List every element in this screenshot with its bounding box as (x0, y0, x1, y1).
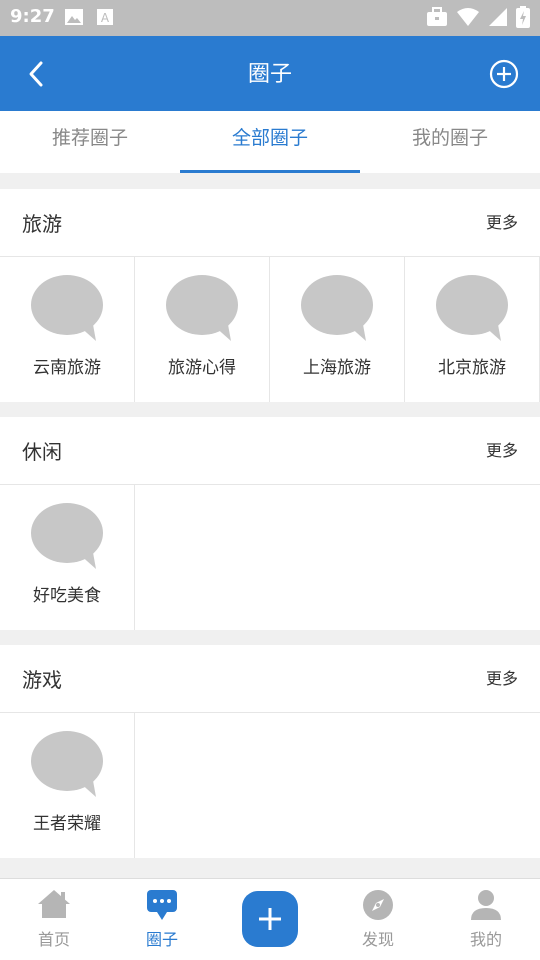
nav-label: 首页 (37, 930, 70, 949)
circle-grid: 王者荣耀 (0, 713, 540, 858)
section-header: 游戏 更多 (0, 645, 540, 713)
chat-bubble-icon (147, 890, 177, 920)
add-post-button[interactable] (242, 891, 298, 947)
section-title: 旅游 (22, 212, 62, 236)
page-title: 圈子 (247, 62, 292, 87)
section-games: 游戏 更多 王者荣耀 (0, 645, 540, 858)
circle-name: 好吃美食 (33, 586, 101, 606)
section-header: 休闲 更多 (0, 417, 540, 485)
circle-name: 上海旅游 (303, 358, 371, 378)
circle-name: 旅游心得 (168, 358, 236, 378)
status-time: 9:27 (10, 6, 55, 27)
font-notification-icon: A (97, 9, 113, 25)
more-link[interactable]: 更多 (486, 209, 518, 233)
person-icon (471, 890, 501, 920)
more-link[interactable]: 更多 (486, 665, 518, 689)
add-circle-button[interactable] (484, 54, 524, 94)
bottom-nav: 首页 圈子 发现 我的 (0, 878, 540, 960)
tab-all[interactable]: 全部圈子 (180, 111, 360, 173)
chat-bubble-icon (31, 731, 103, 797)
signal-icon (489, 8, 507, 26)
tab-mine[interactable]: 我的圈子 (360, 111, 540, 173)
svg-text:A: A (101, 11, 110, 25)
circle-item[interactable]: 好吃美食 (0, 485, 135, 630)
status-bar: 9:27 A (0, 0, 540, 36)
nav-label: 发现 (361, 930, 394, 949)
nav-label: 圈子 (145, 930, 178, 949)
circle-item[interactable]: 旅游心得 (135, 257, 270, 402)
nav-add-post[interactable] (216, 879, 324, 960)
plus-icon (259, 908, 281, 930)
tab-recommended[interactable]: 推荐圈子 (0, 111, 180, 173)
wifi-icon (457, 8, 479, 26)
circle-item[interactable]: 云南旅游 (0, 257, 135, 402)
nav-circles[interactable]: 圈子 (108, 879, 216, 960)
circle-grid: 云南旅游 旅游心得 上海旅游 北京旅游 (0, 257, 540, 402)
chat-bubble-icon (436, 275, 508, 341)
circle-grid: 好吃美食 (0, 485, 540, 630)
nav-home[interactable]: 首页 (0, 879, 108, 960)
section-header: 旅游 更多 (0, 189, 540, 257)
chat-bubble-icon (31, 275, 103, 341)
circle-name: 云南旅游 (33, 358, 101, 378)
home-icon (38, 890, 70, 918)
circle-item[interactable]: 北京旅游 (405, 257, 540, 402)
circle-item[interactable]: 王者荣耀 (0, 713, 135, 858)
briefcase-icon (427, 7, 447, 26)
circle-name: 北京旅游 (438, 358, 506, 378)
status-system-icons (426, 6, 530, 28)
status-notification-icons: A (64, 8, 114, 26)
circle-tabs: 推荐圈子 全部圈子 我的圈子 (0, 111, 540, 173)
section-leisure: 休闲 更多 好吃美食 (0, 417, 540, 630)
more-link[interactable]: 更多 (486, 437, 518, 461)
circle-name: 王者荣耀 (33, 814, 101, 834)
section-title: 游戏 (22, 668, 62, 692)
section-title: 休闲 (22, 440, 62, 464)
chat-bubble-icon (31, 503, 103, 569)
circle-item[interactable]: 上海旅游 (270, 257, 405, 402)
chat-bubble-icon (301, 275, 373, 341)
app-header: 圈子 (0, 36, 540, 111)
compass-icon (363, 890, 393, 920)
nav-discover[interactable]: 发现 (324, 879, 432, 960)
chat-bubble-icon (166, 275, 238, 341)
plus-circle-icon (489, 59, 519, 89)
nav-label: 我的 (469, 930, 502, 949)
section-travel: 旅游 更多 云南旅游 旅游心得 上海旅游 北京旅游 (0, 189, 540, 402)
battery-icon (516, 6, 530, 28)
nav-profile[interactable]: 我的 (432, 879, 540, 960)
image-notification-icon (65, 9, 83, 25)
